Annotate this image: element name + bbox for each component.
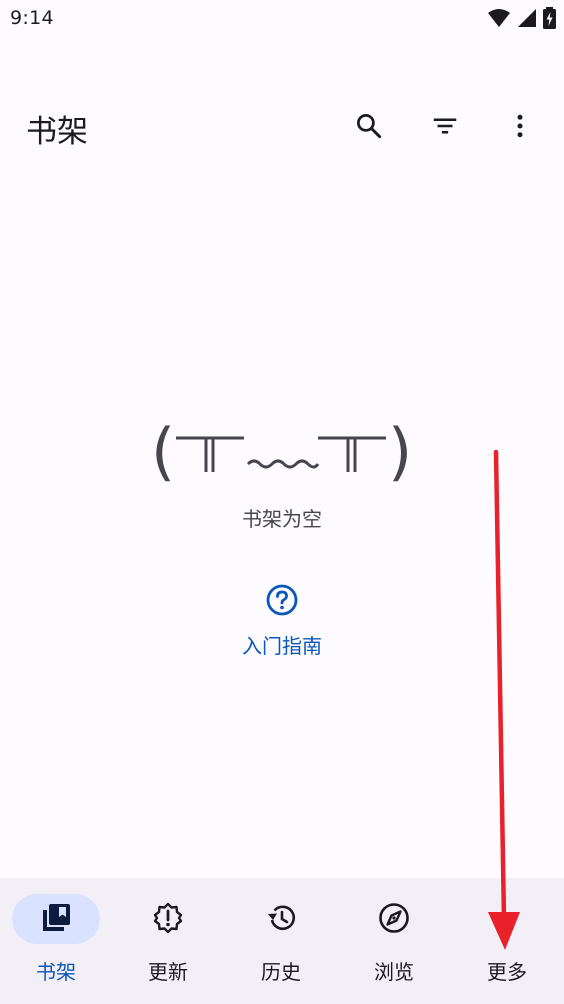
empty-library-message: 书架为空 [242,507,322,531]
search-button[interactable] [343,100,395,152]
face-right-paren: ) [388,415,412,488]
cellular-signal-icon [518,9,536,27]
getting-started-label: 入门指南 [242,634,322,658]
nav-item-history[interactable]: 历史 [225,878,337,1004]
nav-label-library: 书架 [36,960,76,984]
nav-item-library[interactable]: 书架 [0,878,112,1004]
getting-started-button[interactable]: 入门指南 [222,578,342,670]
status-time: 9:14 [10,7,54,29]
wifi-icon [488,9,510,27]
nav-label-browse: 浏览 [374,960,414,984]
nav-item-browse[interactable]: 浏览 [338,878,450,1004]
library-icon [43,904,70,931]
help-circle-icon [266,584,298,616]
filter-icon [433,118,457,134]
nav-item-updates[interactable]: 更新 [112,878,224,1004]
compass-icon [379,903,409,933]
battery-charging-icon [543,7,556,29]
status-bar: 9:14 [0,0,564,40]
nav-label-more: 更多 [487,960,527,984]
page-title: 书架 [26,114,88,150]
filter-button[interactable] [419,100,471,152]
face-mouth [246,459,320,469]
search-icon [357,114,382,139]
more-options-button[interactable] [494,100,546,152]
status-icons [487,7,556,29]
updates-alert-icon [153,902,183,934]
empty-face-emoticon: ( ) [151,415,412,488]
nav-label-history: 历史 [261,960,301,984]
app-bar: 书架 [0,90,564,162]
nav-label-updates: 更新 [148,960,188,984]
history-icon [268,905,296,931]
face-left-paren: ( [151,415,175,488]
bottom-navigation: 书架 更新 历史 浏览 更多 [0,878,564,1004]
face-left-eye [176,436,244,472]
nav-item-more[interactable]: 更多 [451,878,563,1004]
face-right-eye [318,436,386,472]
more-vert-icon [517,114,523,138]
